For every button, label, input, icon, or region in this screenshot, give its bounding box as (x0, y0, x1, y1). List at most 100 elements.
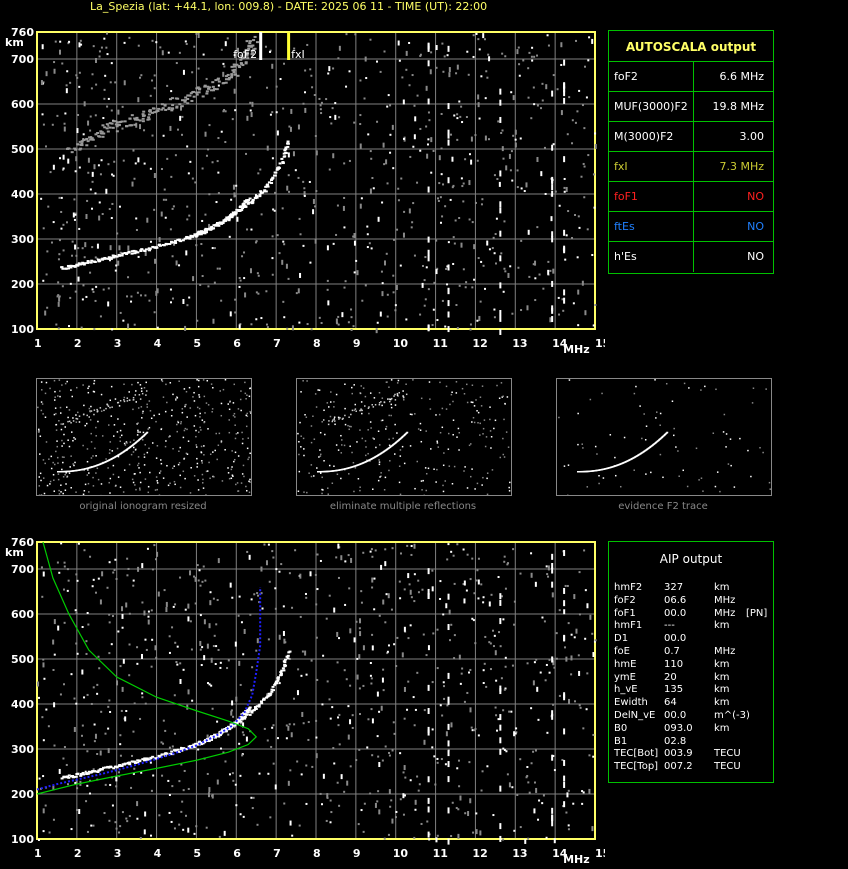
thumbnail-speck (66, 380, 68, 383)
multiple-reflection-dot (186, 94, 190, 97)
thumbnail-speck (333, 465, 335, 467)
noise-dot (253, 593, 256, 596)
x-tick-label: 8 (313, 847, 321, 860)
noise-dot (436, 761, 439, 764)
interference-line (563, 289, 566, 296)
thumbnail-speck (313, 438, 316, 440)
thumbnail-speck (55, 412, 57, 415)
thumbnail-speck (563, 465, 566, 467)
noise-dot (97, 164, 100, 167)
noise-dot (63, 565, 66, 568)
thumbnail-speck (169, 482, 171, 485)
noise-dot (393, 643, 396, 646)
thumbnail-speck (298, 470, 301, 473)
interference-line (563, 550, 566, 557)
aip-row: foF2 06.6 MHz (614, 595, 774, 608)
noise-dot (73, 697, 76, 700)
noise-dot (98, 55, 101, 58)
thumbnail-speck (344, 383, 346, 386)
noise-dot (403, 765, 406, 771)
thumbnail-speck (216, 458, 218, 461)
thumbnail-speck (436, 468, 438, 471)
noise-dot (282, 630, 285, 636)
noise-dot (58, 239, 61, 242)
thumbnail-speck (180, 422, 182, 425)
noise-dot (574, 121, 577, 124)
thumbnail-speck (312, 415, 314, 417)
noise-dot (106, 586, 109, 589)
noise-dot (454, 219, 457, 222)
noise-dot (58, 571, 61, 574)
noise-dot (453, 634, 456, 637)
thumbnail-speck (148, 400, 151, 402)
thumbnail-speck (100, 410, 103, 412)
thumbnail-speck (389, 460, 391, 462)
aip-value: 135 (664, 684, 684, 696)
thumbnail-speck (137, 422, 139, 424)
noise-dot (451, 156, 454, 162)
thumbnail-speck (60, 491, 62, 493)
noise-dot (150, 665, 153, 668)
noise-dot (579, 706, 582, 709)
thumbnail-speck (131, 478, 134, 481)
noise-dot (186, 304, 189, 307)
noise-dot (246, 550, 249, 553)
noise-dot (119, 825, 122, 828)
thumbnail-speck (769, 488, 771, 490)
x-axis-label: MHz (563, 343, 590, 356)
multiple-reflection-dot (191, 91, 195, 94)
thumbnail-speck (702, 490, 704, 492)
noise-dot (546, 34, 549, 37)
thumbnail-speck (203, 421, 205, 424)
noise-dot (581, 802, 584, 805)
aip-row: D1 00.0 (614, 633, 774, 646)
thumbnail-speck (178, 461, 181, 464)
noise-dot (325, 819, 328, 822)
noise-dot (538, 273, 541, 276)
noise-dot (128, 643, 131, 646)
noise-dot (86, 784, 89, 787)
noise-dot (588, 754, 591, 757)
noise-dot (66, 70, 69, 73)
x-trace-dot (255, 195, 259, 198)
noise-dot (268, 50, 271, 53)
noise-dot (423, 304, 426, 307)
noise-dot (299, 233, 302, 236)
o-trace-dot (60, 777, 64, 780)
noise-dot (156, 326, 159, 329)
noise-dot (472, 34, 475, 37)
thumbnail-speck (739, 437, 741, 440)
x-trace-dot (224, 218, 228, 221)
noise-dot (87, 623, 90, 626)
noise-dot (250, 323, 253, 326)
thumbnail-speck (41, 403, 44, 405)
thumbnail-reflection (394, 393, 396, 396)
x-trace-dot (278, 162, 282, 165)
noise-dot (336, 631, 339, 637)
multiple-reflection-dot (110, 122, 114, 125)
noise-dot (133, 177, 136, 180)
interference-line (447, 672, 450, 679)
noise-dot (78, 140, 81, 143)
thumbnail-speck (330, 391, 332, 393)
thumbnail-speck (602, 477, 605, 479)
noise-dot (66, 589, 69, 592)
noise-dot (494, 233, 497, 236)
noise-dot (89, 555, 92, 558)
noise-dot (580, 175, 583, 178)
thumbnail-speck (378, 463, 381, 466)
thumbnail-speck (49, 480, 52, 483)
thumbnail-speck (182, 436, 185, 439)
noise-dot (533, 55, 536, 58)
thumbnail-speck (156, 488, 158, 491)
noise-dot (130, 300, 133, 303)
thumbnail-speck (227, 467, 229, 469)
thumbnail-speck (172, 447, 174, 450)
o-trace-dot (83, 262, 87, 265)
noise-dot (191, 699, 194, 702)
noise-dot (344, 603, 347, 606)
aip-name: foE (614, 646, 630, 657)
thumbnail-speck (144, 444, 147, 446)
noise-dot (179, 115, 182, 121)
thumbnail-speck (61, 456, 64, 458)
